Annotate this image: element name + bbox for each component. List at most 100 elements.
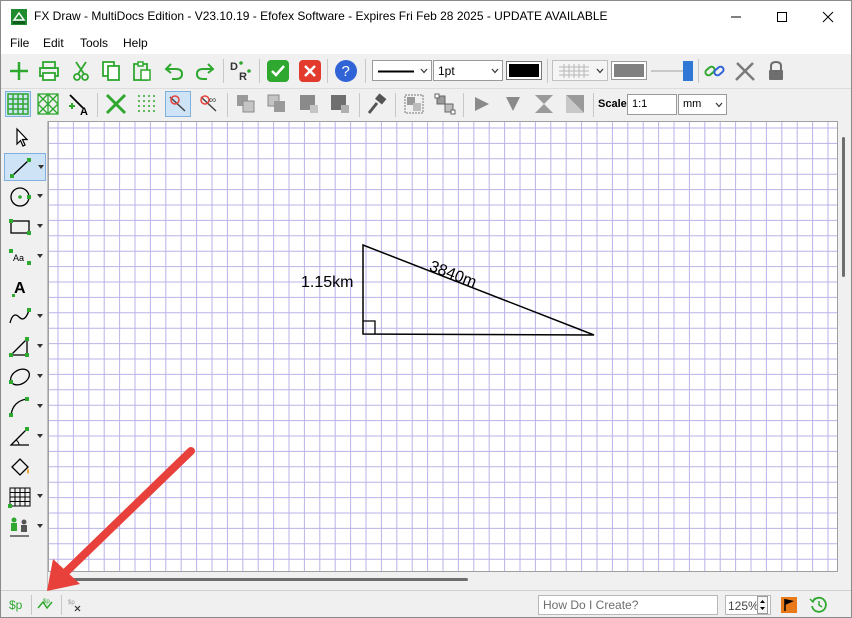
- snap-infinite-button[interactable]: ∞: [196, 91, 222, 117]
- add-label-point-button[interactable]: A: [66, 91, 92, 117]
- snap-grid-button[interactable]: [134, 91, 160, 117]
- flip-vertical-button[interactable]: [500, 91, 526, 117]
- angle-tool[interactable]: [4, 423, 46, 451]
- curve-tool[interactable]: [4, 303, 46, 331]
- chain-link-icon: [704, 65, 725, 77]
- flag-button[interactable]: [779, 595, 799, 615]
- text-tool[interactable]: A: [4, 273, 46, 301]
- ok-button[interactable]: [265, 58, 291, 84]
- zoom-spinner[interactable]: [757, 596, 768, 614]
- group-button[interactable]: [401, 91, 427, 117]
- polygon-tool[interactable]: [4, 333, 46, 361]
- status-bar: $p $p $p How Do I Create? 125%: [1, 590, 851, 617]
- link-button[interactable]: [702, 58, 728, 84]
- line-style-select[interactable]: [372, 60, 432, 81]
- vertical-scrollbar[interactable]: [838, 121, 851, 572]
- horizontal-scrollbar[interactable]: [48, 572, 838, 589]
- bring-front-icon: [237, 95, 255, 113]
- angle-icon: [9, 427, 29, 446]
- curve-tool-dropdown-icon[interactable]: [37, 314, 43, 318]
- minimize-button[interactable]: [713, 1, 759, 32]
- dollar-p-button[interactable]: $p: [9, 598, 22, 612]
- grid-object-tool[interactable]: [4, 483, 46, 511]
- unlink-button[interactable]: [732, 58, 758, 84]
- circle-tool-dropdown-icon[interactable]: [37, 194, 43, 198]
- circle-tool[interactable]: [4, 183, 46, 211]
- ellipse-tool[interactable]: [4, 363, 46, 391]
- clipart-tool-dropdown-icon[interactable]: [37, 524, 43, 528]
- dynamic-drawing-button[interactable]: DR: [228, 58, 254, 84]
- select-tool[interactable]: [4, 124, 46, 152]
- copy-button[interactable]: [98, 58, 124, 84]
- cut-button[interactable]: [68, 58, 94, 84]
- send-backward-button[interactable]: [296, 91, 322, 117]
- title-bar: FX Draw - MultiDocs Edition - V23.10.19 …: [1, 1, 851, 54]
- fill-pattern-select[interactable]: [552, 60, 608, 81]
- text-box-tool-dropdown-icon[interactable]: [37, 254, 43, 258]
- menu-help[interactable]: Help: [123, 36, 148, 50]
- line-tool[interactable]: [4, 153, 46, 181]
- rectangle-tool[interactable]: [4, 213, 46, 241]
- line-tool-dropdown-icon[interactable]: [38, 165, 44, 169]
- ungroup-button[interactable]: [432, 91, 458, 117]
- bring-forward-button[interactable]: [264, 91, 290, 117]
- units-select[interactable]: mm: [678, 94, 727, 115]
- arc-tool[interactable]: [4, 393, 46, 421]
- horizontal-scroll-thumb[interactable]: [64, 578, 468, 581]
- ellipse-tool-dropdown-icon[interactable]: [37, 374, 43, 378]
- toolbar-separator: [259, 59, 260, 83]
- close-button[interactable]: [805, 1, 851, 32]
- triangle-drawing[interactable]: [49, 122, 838, 572]
- chevron-down-icon: [491, 68, 499, 74]
- right-triangle[interactable]: [362, 243, 595, 336]
- text-box-tool[interactable]: Aa: [4, 243, 46, 271]
- vertical-scroll-thumb[interactable]: [842, 137, 845, 277]
- history-button[interactable]: [809, 595, 829, 615]
- drawing-canvas[interactable]: 1.15km 3840m: [48, 121, 838, 572]
- bring-to-front-button[interactable]: [233, 91, 259, 117]
- flip-horizontal-button[interactable]: [469, 91, 495, 117]
- clear-parameters-button[interactable]: $p: [65, 595, 87, 615]
- lock-button[interactable]: [763, 58, 789, 84]
- rotate-right-button[interactable]: [562, 91, 588, 117]
- menu-tools[interactable]: Tools: [80, 36, 108, 50]
- scale-input[interactable]: 1:1: [627, 94, 677, 115]
- format-painter-button[interactable]: [364, 91, 390, 117]
- undo-button[interactable]: [161, 58, 187, 84]
- rectangle-tool-dropdown-icon[interactable]: [37, 224, 43, 228]
- rotate-left-button[interactable]: [531, 91, 557, 117]
- chevron-down-icon: [596, 68, 604, 74]
- transparency-slider-thumb[interactable]: [683, 61, 693, 81]
- vertical-side-label[interactable]: 1.15km: [301, 274, 353, 292]
- paste-button[interactable]: [129, 58, 155, 84]
- polygon-tool-dropdown-icon[interactable]: [37, 344, 43, 348]
- line-color-button[interactable]: [506, 61, 542, 80]
- clipart-tool[interactable]: [4, 513, 46, 541]
- new-document-button[interactable]: [6, 58, 32, 84]
- grid-toggle-button[interactable]: [5, 91, 31, 117]
- menu-file[interactable]: File: [10, 36, 29, 50]
- how-do-i-search-input[interactable]: How Do I Create?: [538, 595, 718, 615]
- grid-object-tool-dropdown-icon[interactable]: [37, 494, 43, 498]
- fill-tool[interactable]: [4, 453, 46, 481]
- snap-object-button[interactable]: [165, 91, 191, 117]
- svg-text:R: R: [239, 71, 247, 83]
- menu-edit[interactable]: Edit: [43, 36, 64, 50]
- toolbar-separator: [463, 93, 464, 117]
- transparency-slider-track[interactable]: [651, 70, 685, 72]
- solid-line-preview-icon: [378, 70, 414, 73]
- cancel-button[interactable]: [297, 58, 323, 84]
- snap-points-button[interactable]: [103, 91, 129, 117]
- print-button[interactable]: [36, 58, 62, 84]
- maximize-button[interactable]: [759, 1, 805, 32]
- fill-color-button[interactable]: [611, 61, 647, 80]
- send-to-back-button[interactable]: [327, 91, 353, 117]
- redo-button[interactable]: [192, 58, 218, 84]
- help-button[interactable]: ?: [333, 58, 359, 84]
- angle-tool-dropdown-icon[interactable]: [37, 434, 43, 438]
- line-width-select[interactable]: 1pt: [433, 60, 503, 81]
- parameters-button[interactable]: $p: [35, 595, 57, 615]
- rectangle-icon: [9, 219, 31, 235]
- isometric-grid-button[interactable]: [35, 91, 61, 117]
- arc-tool-dropdown-icon[interactable]: [37, 404, 43, 408]
